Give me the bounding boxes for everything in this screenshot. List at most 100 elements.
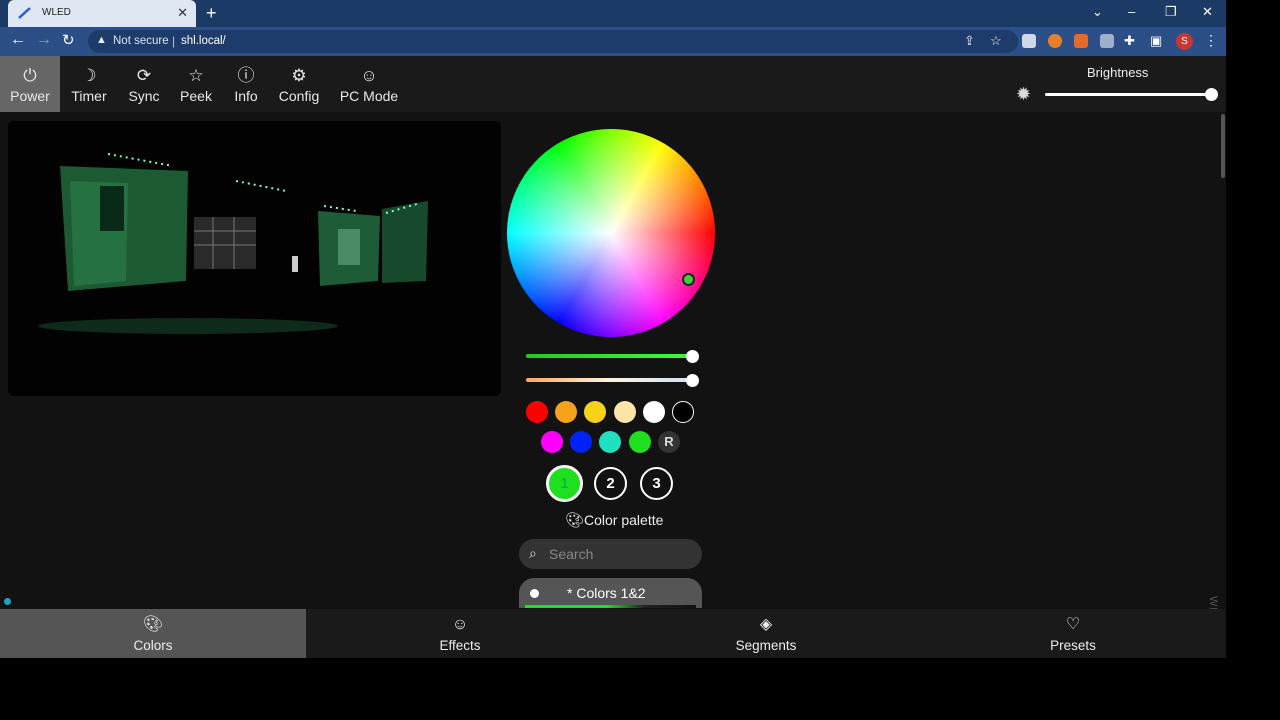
- layers-icon: ◈: [759, 616, 773, 633]
- brightness-slider-handle[interactable]: [1205, 88, 1218, 101]
- palette-name: * Colors 1&2: [567, 585, 646, 601]
- quick-color-green[interactable]: [629, 431, 651, 453]
- tab-presets[interactable]: ♡ Presets: [920, 609, 1226, 658]
- tab-label: Colors: [133, 638, 173, 653]
- color-value-slider[interactable]: [526, 354, 692, 358]
- camera-preview-image: [8, 121, 501, 396]
- nav-label: Peek: [180, 88, 212, 104]
- wled-favicon-icon: [18, 7, 31, 19]
- share-icon[interactable]: ⇪: [964, 33, 975, 49]
- quick-color-magenta[interactable]: [541, 431, 563, 453]
- radio-selected-icon: [530, 589, 539, 598]
- extension-icon[interactable]: [1048, 34, 1062, 48]
- nav-label: Timer: [71, 88, 107, 104]
- color-slot-3[interactable]: 3: [640, 467, 673, 500]
- brightness-slider[interactable]: [1045, 93, 1213, 96]
- extension-icon[interactable]: [1022, 34, 1036, 48]
- nav-label: PC Mode: [339, 88, 399, 104]
- kelvin-slider[interactable]: [526, 378, 692, 382]
- url-text[interactable]: shl.local/: [181, 35, 226, 47]
- connection-status-dot: [4, 598, 11, 605]
- smiley-icon: ☺: [451, 616, 469, 633]
- smiley-icon: ☺: [360, 66, 378, 85]
- star-icon: ☆: [188, 66, 204, 85]
- nav-peek[interactable]: ☆ Peek: [174, 56, 218, 112]
- search-input[interactable]: [549, 545, 694, 563]
- info-icon: ⓘ: [237, 66, 255, 85]
- reload-icon[interactable]: ↻: [62, 31, 75, 49]
- minimize-icon[interactable]: –: [1128, 4, 1135, 19]
- color-value-slider-handle[interactable]: [686, 350, 699, 363]
- random-color-button[interactable]: R: [658, 431, 680, 453]
- warning-icon: ▲: [96, 34, 107, 46]
- quick-color-cyan[interactable]: [599, 431, 621, 453]
- sidepanel-icon[interactable]: ▣: [1150, 33, 1162, 49]
- nav-timer[interactable]: ☽ Timer: [64, 56, 114, 112]
- moon-icon: ☽: [81, 66, 97, 85]
- palette-icon: 🎨︎: [565, 512, 585, 529]
- back-arrow-icon[interactable]: ←: [10, 31, 26, 49]
- tab-segments[interactable]: ◈ Segments: [613, 609, 919, 658]
- forward-arrow-icon[interactable]: →: [36, 31, 52, 49]
- tab-label: Effects: [439, 638, 481, 653]
- palette-search[interactable]: ⌕: [519, 539, 702, 569]
- palette-list-item[interactable]: * Colors 1&2: [519, 578, 702, 608]
- heart-icon: ♡: [1065, 616, 1081, 633]
- kelvin-slider-handle[interactable]: [686, 374, 699, 387]
- color-slot-2[interactable]: 2: [594, 467, 627, 500]
- tab-title: WLED: [42, 7, 71, 18]
- tab-label: Segments: [735, 638, 797, 653]
- color-wheel-cursor[interactable]: [682, 273, 695, 286]
- top-nav: ⏻ Power ☽ Timer ⟳ Sync ☆ Peek ⓘ Info ⚙ C…: [0, 56, 1226, 112]
- nav-label: Power: [10, 88, 50, 104]
- kebab-menu-icon[interactable]: ⋮: [1204, 32, 1218, 49]
- url-separator: |: [172, 34, 176, 48]
- nav-info[interactable]: ⓘ Info: [226, 56, 266, 112]
- color-slot-1[interactable]: 1: [546, 465, 583, 502]
- nav-power[interactable]: ⏻ Power: [0, 56, 60, 112]
- nav-label: Info: [234, 88, 258, 104]
- quick-color-white[interactable]: [643, 401, 665, 423]
- quick-color-yellow[interactable]: [584, 401, 606, 423]
- browser-toolbar: ← → ↻ ▲ Not secure | shl.local/ ⇪ ☆ ✚ ▣ …: [0, 27, 1226, 56]
- address-bar[interactable]: ▲ Not secure | shl.local/ ⇪ ☆: [88, 30, 1018, 53]
- puzzle-icon[interactable]: ✚: [1124, 33, 1135, 49]
- browser-tab[interactable]: WLED ✕: [8, 0, 196, 27]
- nav-label: Config: [278, 88, 320, 104]
- new-tab-button[interactable]: +: [206, 3, 217, 24]
- extension-icon[interactable]: [1074, 34, 1088, 48]
- avatar[interactable]: S: [1176, 33, 1193, 50]
- palette-title: Color palette: [584, 512, 664, 528]
- power-icon: ⏻: [23, 66, 37, 85]
- extension-icon[interactable]: [1100, 34, 1114, 48]
- palette-preview-bar: [525, 605, 696, 608]
- nav-label: Sync: [128, 88, 160, 104]
- bookmark-star-icon[interactable]: ☆: [990, 33, 1002, 49]
- nav-pc-mode[interactable]: ☺ PC Mode: [336, 56, 402, 112]
- security-status[interactable]: Not secure: [113, 35, 169, 47]
- tab-search-icon[interactable]: ⌄: [1092, 4, 1103, 20]
- tab-effects[interactable]: ☺ Effects: [307, 609, 613, 658]
- sync-icon: ⟳: [136, 66, 152, 85]
- color-wheel[interactable]: [507, 129, 715, 337]
- restore-icon[interactable]: ❐: [1165, 4, 1177, 20]
- scrollbar[interactable]: [1221, 114, 1225, 178]
- brightness-label: Brightness: [1087, 65, 1149, 80]
- bottom-nav: 🎨︎ Colors ☺ Effects ◈ Segments ♡ Presets: [0, 609, 1226, 658]
- search-icon: ⌕: [529, 545, 537, 561]
- nav-sync[interactable]: ⟳ Sync: [120, 56, 168, 112]
- wled-app: ⏻ Power ☽ Timer ⟳ Sync ☆ Peek ⓘ Info ⚙ C…: [0, 56, 1226, 658]
- quick-color-blue[interactable]: [570, 431, 592, 453]
- tab-label: Presets: [1050, 638, 1096, 653]
- quick-color-orange[interactable]: [555, 401, 577, 423]
- browser-tab-strip: WLED ✕ + ⌄ – ❐ ✕: [0, 0, 1226, 27]
- quick-color-warm-white[interactable]: [614, 401, 636, 423]
- nav-config[interactable]: ⚙ Config: [274, 56, 324, 112]
- sun-icon: ✹: [1016, 84, 1032, 104]
- quick-color-red[interactable]: [526, 401, 548, 423]
- palette-icon: 🎨︎: [142, 616, 164, 633]
- close-window-icon[interactable]: ✕: [1202, 4, 1213, 20]
- tab-colors[interactable]: 🎨︎ Colors: [0, 609, 306, 658]
- tab-close-icon[interactable]: ✕: [177, 5, 188, 21]
- quick-color-black[interactable]: [672, 401, 694, 423]
